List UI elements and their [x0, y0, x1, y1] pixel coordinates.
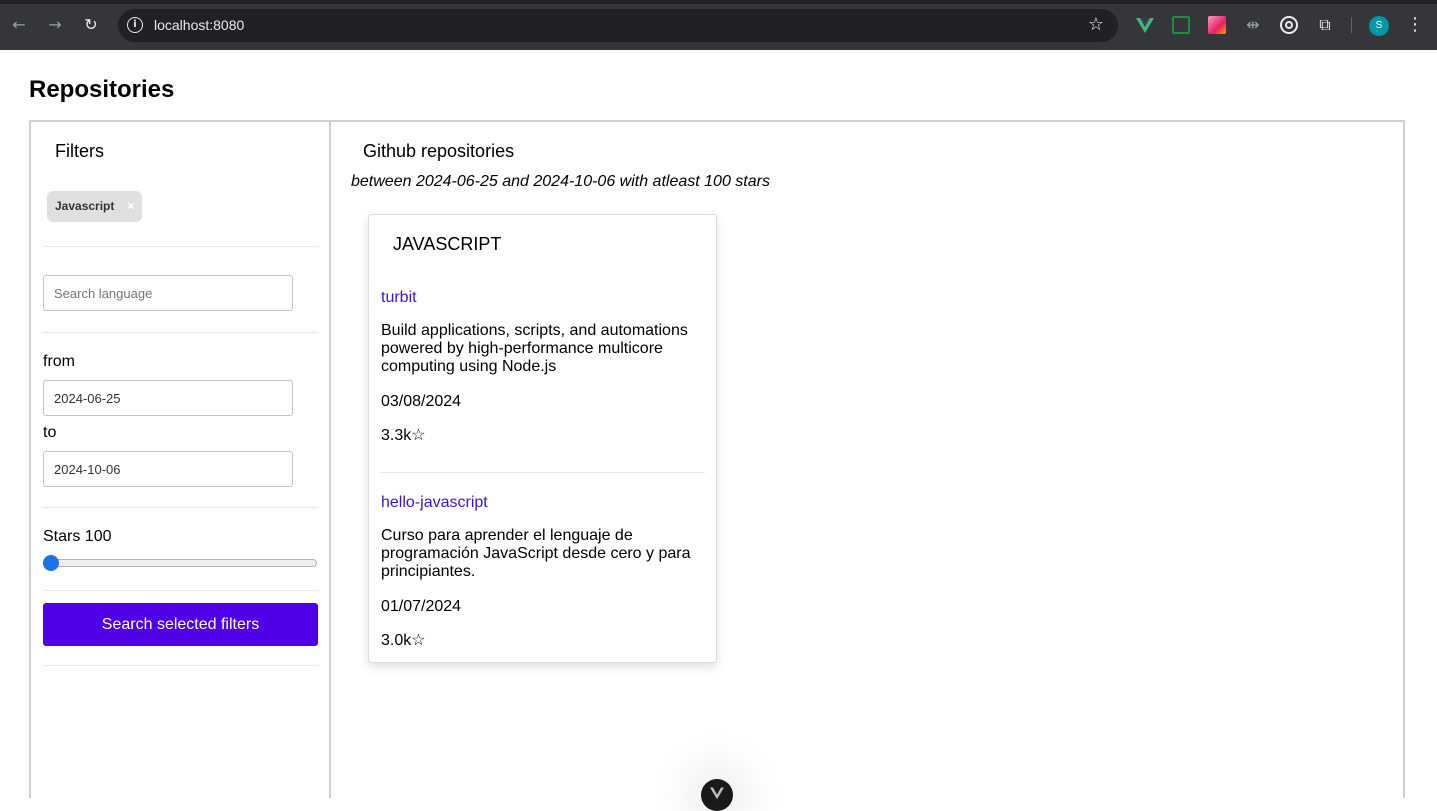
toolbar-separator	[1351, 17, 1352, 33]
repo-stars: 3.3k☆	[381, 427, 426, 444]
to-date-input[interactable]	[43, 451, 293, 487]
repo-link[interactable]: hello-javascript	[381, 493, 705, 513]
content-container: Filters Javascript × from to Stars 100 S…	[29, 120, 1405, 798]
divider	[43, 665, 318, 666]
search-language-input[interactable]	[43, 275, 293, 311]
repo-description: Curso para aprender el lenguaje de progr…	[381, 527, 691, 580]
site-info-icon[interactable]: i	[127, 17, 143, 33]
vue-logo-icon	[710, 787, 724, 800]
repo-item: hello-javascript Curso para aprender el …	[381, 493, 705, 651]
extension-target-icon[interactable]	[1280, 16, 1298, 34]
browser-toolbar: ← → ↻ i localhost:8080 ☆ ⇹ ⧉ S ⋮	[0, 0, 1437, 50]
language-card-title: JAVASCRIPT	[393, 234, 502, 254]
from-label: from	[43, 353, 75, 370]
stars-slider-thumb[interactable]	[43, 555, 59, 571]
url-text[interactable]: localhost:8080	[154, 17, 244, 34]
chip-remove-icon[interactable]: ×	[127, 191, 134, 222]
vue-devtools-toggle-button[interactable]	[701, 779, 733, 811]
filters-heading: Filters	[55, 141, 104, 161]
divider	[43, 590, 318, 591]
results-panel: Github repositories between 2024-06-25 a…	[331, 122, 1405, 798]
bookmark-star-icon[interactable]: ☆	[1088, 15, 1104, 35]
language-card: JAVASCRIPT turbit Build applications, sc…	[368, 214, 717, 663]
back-icon[interactable]: ←	[8, 14, 30, 36]
repo-date: 01/07/2024	[381, 598, 462, 615]
repo-description: Build applications, scripts, and automat…	[381, 322, 688, 375]
stars-label: Stars 100	[43, 528, 112, 545]
from-date-input[interactable]	[43, 380, 293, 416]
vue-devtools-extension-icon[interactable]	[1136, 16, 1154, 34]
filters-sidebar: Filters Javascript × from to Stars 100 S…	[31, 122, 331, 798]
chip-label: Javascript	[55, 199, 115, 213]
profile-avatar[interactable]: S	[1369, 16, 1389, 36]
address-bar[interactable]: i localhost:8080 ☆	[118, 9, 1118, 42]
page-title: Repositories	[29, 76, 175, 103]
search-selected-filters-button[interactable]: Search selected filters	[43, 603, 318, 646]
repo-stars: 3.0k☆	[381, 632, 426, 649]
divider	[43, 246, 318, 247]
divider	[381, 472, 705, 473]
stars-slider-track[interactable]	[43, 559, 317, 567]
results-heading: Github repositories	[363, 141, 515, 161]
browser-menu-icon[interactable]: ⋮	[1406, 14, 1424, 36]
divider	[43, 507, 318, 508]
repo-item: turbit Build applications, scripts, and …	[381, 288, 705, 446]
extensions-puzzle-icon[interactable]: ⧉	[1316, 16, 1334, 34]
language-chip-javascript: Javascript ×	[47, 191, 143, 222]
results-subtitle: between 2024-06-25 and 2024-10-06 with a…	[351, 173, 770, 190]
extension-box-icon[interactable]	[1172, 16, 1190, 34]
repo-date: 03/08/2024	[381, 393, 462, 410]
extension-gradient-icon[interactable]	[1208, 16, 1226, 34]
to-label: to	[43, 424, 57, 441]
forward-icon[interactable]: →	[44, 14, 66, 36]
repo-link[interactable]: turbit	[381, 288, 705, 308]
tab-strip	[0, 0, 1437, 4]
reload-icon[interactable]: ↻	[80, 14, 102, 36]
divider	[43, 332, 318, 333]
extension-split-icon[interactable]: ⇹	[1244, 16, 1262, 34]
